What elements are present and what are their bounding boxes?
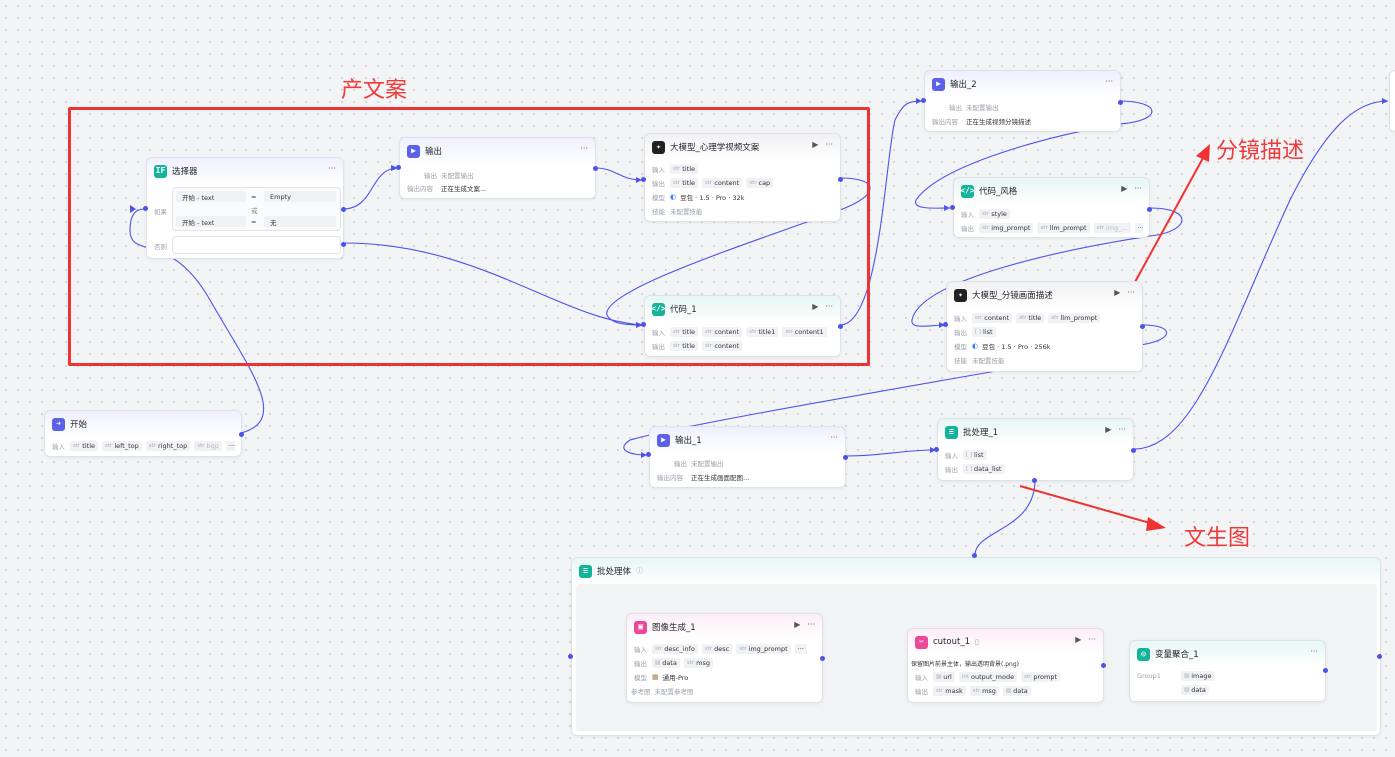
output-port[interactable] [1323, 668, 1328, 673]
more-icon[interactable]: ··· [825, 140, 833, 149]
wire-output1-batch [845, 449, 937, 457]
more-icon[interactable]: ··· [1105, 77, 1113, 86]
input-port[interactable] [641, 177, 646, 182]
param-tag: str right_top [145, 441, 191, 451]
body-start-port[interactable] [568, 654, 573, 659]
param-tag: str bgp [194, 441, 222, 451]
if-icon: IF [154, 164, 167, 178]
node-title: 开始 [70, 420, 88, 430]
model-logo-icon: ▦ [652, 673, 659, 681]
batch-icon: ≡ [579, 564, 592, 578]
output-icon: ▶ [657, 433, 670, 447]
node-cutout[interactable]: ✂ cutout_1 ▯ ▶ ··· 保留图片前景主体，输出透明背景(.png) 输入… [907, 628, 1106, 703]
more-icon[interactable]: ··· [225, 441, 235, 451]
input-port[interactable] [641, 322, 646, 327]
run-icon[interactable]: ▶ [1075, 635, 1081, 644]
more-icon[interactable]: ··· [1134, 223, 1143, 233]
more-icon[interactable]: ··· [328, 164, 336, 173]
doc-icon: ▯ [974, 638, 979, 646]
more-icon[interactable]: ··· [1088, 635, 1096, 644]
llm-icon: ✦ [954, 288, 967, 302]
output-port-if[interactable] [341, 207, 346, 212]
node-code-style[interactable]: </> 代码_风格 ▶ ··· 输入 str style 输出 str img_promp… [953, 177, 1152, 238]
aggregate-icon: ◎ [1137, 647, 1150, 661]
input-port[interactable] [950, 205, 955, 210]
wire-batch-body [974, 479, 1036, 556]
more-icon[interactable]: ··· [794, 644, 807, 654]
run-icon[interactable]: ▶ [794, 620, 800, 629]
info-icon[interactable]: ⓘ [636, 566, 643, 576]
more-icon[interactable]: ··· [580, 144, 588, 153]
input-port[interactable] [921, 98, 926, 103]
output-port[interactable] [1118, 100, 1123, 105]
node-output-1[interactable]: ▶ 输出_1 ··· 输出 未配置输出 输出内容 正在生成画面配图... [649, 426, 848, 488]
node-start[interactable]: ➜ 开始 输入 str title str left_top str right_top… [44, 410, 244, 457]
annotation-text-to-image: 文生图 [1184, 526, 1251, 551]
condition-right[interactable]: 无 [264, 216, 336, 227]
node-offscreen[interactable] [1389, 70, 1395, 132]
more-icon[interactable]: ··· [1134, 184, 1142, 193]
node-output-2[interactable]: ▶ 输出_2 ··· 输出 未配置输出 输出内容 正在生成视频分镜描述 [924, 70, 1123, 132]
run-icon[interactable]: ▶ [812, 302, 818, 311]
output-port-else[interactable] [341, 242, 346, 247]
cutout-icon: ✂ [915, 635, 928, 649]
node-llm-shot-description[interactable]: ✦ 大模型_分镜画面描述 ▶ ··· 输入 str content str title … [946, 281, 1145, 372]
code-icon: </> [651, 302, 666, 316]
input-port[interactable] [143, 206, 148, 211]
run-icon[interactable]: ▶ [1105, 425, 1111, 434]
node-code-1[interactable]: </> 代码_1 ▶ ··· 输入 str title str content str t… [644, 295, 843, 357]
more-icon[interactable]: ··· [807, 620, 815, 629]
input-port[interactable] [943, 322, 948, 327]
output-port[interactable] [838, 324, 843, 329]
more-icon[interactable]: ··· [1127, 288, 1135, 297]
run-icon[interactable]: ▶ [1114, 288, 1120, 297]
code-icon: </> [960, 184, 975, 198]
model-logo-icon: ◐ [670, 193, 677, 201]
input-port[interactable] [646, 452, 651, 457]
input-port[interactable] [972, 553, 977, 558]
run-icon[interactable]: ▶ [812, 140, 818, 149]
body-end-port[interactable] [1377, 654, 1382, 659]
output-port[interactable] [593, 166, 598, 171]
param-tag: str left_top [102, 441, 142, 451]
condition-left[interactable]: 开始 - text [176, 216, 246, 227]
annotation-copywriting: 产文案 [341, 78, 408, 103]
more-icon[interactable]: ··· [830, 433, 838, 442]
output-port[interactable] [838, 177, 843, 182]
input-port[interactable] [396, 165, 401, 170]
more-icon[interactable]: ··· [825, 302, 833, 311]
output-port[interactable] [820, 656, 825, 661]
more-icon[interactable]: ··· [1310, 647, 1318, 656]
run-icon[interactable]: ▶ [1121, 184, 1127, 193]
output-icon: ▶ [407, 144, 420, 158]
model-logo-icon: ◐ [972, 342, 979, 350]
output-port[interactable] [1140, 324, 1145, 329]
else-branch[interactable] [172, 236, 341, 254]
image-icon: ▣ [634, 620, 647, 634]
output-port[interactable] [239, 432, 244, 437]
annotation-shot-description: 分镜描述 [1216, 139, 1305, 164]
param-tag: str title [70, 441, 99, 451]
node-llm-psychology[interactable]: ✦ 大模型_心理学视频文案 ▶ ··· 输入 str title 输出 str title… [644, 133, 843, 222]
output-port[interactable] [1101, 663, 1106, 668]
output-port[interactable] [1131, 448, 1136, 453]
node-variable-aggregation[interactable]: ◎ 变量聚合_1 ··· Group1 ▨ image ▨ data [1129, 640, 1328, 702]
condition-left[interactable]: 开始 - text [176, 191, 246, 202]
node-batch-1[interactable]: ≡ 批处理_1 ▶ ··· 输入[ ] list 输出[ ] data_list [937, 418, 1136, 481]
output-port-batch-body[interactable] [1032, 478, 1037, 483]
output-icon: ▶ [932, 77, 945, 91]
node-output[interactable]: ▶ 输出 ··· 输出 未配置输出 输出内容 正在生成文案... [399, 137, 598, 199]
output-port[interactable] [843, 455, 848, 460]
input-port[interactable] [934, 447, 939, 452]
batch-icon: ≡ [945, 425, 958, 439]
node-title: 选择器 [172, 167, 198, 177]
node-image-generation[interactable]: ▣ 图像生成_1 ▶ ··· 输入 str desc_info str desc str… [626, 613, 825, 703]
condition-right[interactable]: Empty [264, 191, 336, 202]
output-port[interactable] [1147, 207, 1152, 212]
more-icon[interactable]: ··· [1118, 425, 1126, 434]
llm-icon: ✦ [652, 140, 665, 154]
condition-group[interactable]: 开始 - text = Empty 或 开始 - text = 无 [172, 187, 341, 231]
start-icon: ➜ [52, 417, 65, 431]
node-selector[interactable]: IF 选择器 ··· 如果 开始 - text = Empty 或 开始 - te… [146, 157, 346, 259]
